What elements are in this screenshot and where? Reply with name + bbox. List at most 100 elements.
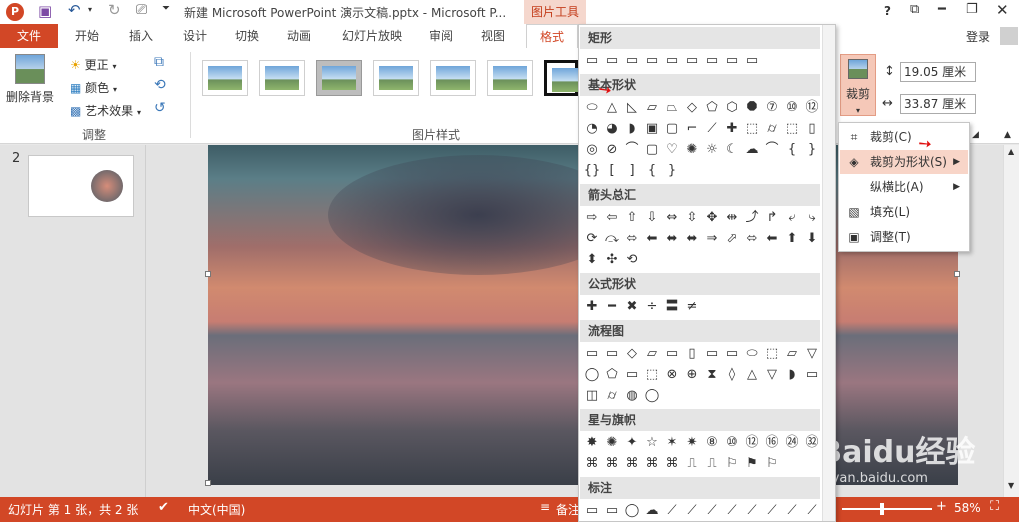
shape-option[interactable]: ▢ — [662, 119, 682, 139]
shape-option[interactable]: ⤷ — [802, 208, 822, 228]
shape-option[interactable]: ▭ — [582, 51, 602, 71]
shape-option[interactable]: ⟋ — [682, 501, 702, 521]
shape-option[interactable]: ⊕ — [682, 365, 702, 385]
shape-option[interactable]: ⬅ — [642, 229, 662, 249]
redo-icon[interactable]: ↻ — [108, 1, 121, 19]
picture-style-3[interactable] — [316, 60, 362, 96]
shape-option[interactable]: △ — [602, 98, 622, 118]
shape-option[interactable]: ⬠ — [702, 98, 722, 118]
resize-handle[interactable] — [205, 480, 211, 486]
gallery-scrollbar[interactable] — [822, 25, 835, 521]
shape-option[interactable]: ⚑ — [742, 454, 762, 474]
shape-option[interactable]: ⌭ — [602, 386, 622, 406]
shape-option[interactable]: ▭ — [602, 51, 622, 71]
tab-file[interactable]: 文件 — [0, 24, 58, 48]
shape-option[interactable]: ▽ — [762, 365, 782, 385]
collapse-ribbon-icon[interactable]: ▲ — [1004, 130, 1011, 140]
customize-quick-access-icon[interactable]: ⏷ — [162, 3, 170, 14]
shape-option[interactable]: ▢ — [642, 140, 662, 160]
shape-option[interactable]: ✶ — [662, 433, 682, 453]
shape-option[interactable]: ⎍ — [702, 454, 722, 474]
shape-option[interactable]: ⑫ — [742, 433, 762, 453]
shape-option[interactable]: ▱ — [642, 98, 662, 118]
minimize-button[interactable]: ━ — [938, 2, 946, 17]
shape-option[interactable]: ◯ — [622, 501, 642, 521]
language-status[interactable]: 中文(中国) — [188, 501, 245, 518]
shape-option[interactable]: ☾ — [722, 140, 742, 160]
shape-option[interactable]: ◕ — [602, 119, 622, 139]
picture-style-5[interactable] — [430, 60, 476, 96]
color-button[interactable]: ▦ 颜色 ▾ — [70, 79, 117, 96]
zoom-slider-thumb[interactable] — [880, 503, 884, 515]
shape-option[interactable]: ⟋ — [742, 501, 762, 521]
shape-option[interactable]: ⌘ — [582, 454, 602, 474]
shape-option[interactable]: ⌐ — [682, 119, 702, 139]
artistic-effects-button[interactable]: ▩ 艺术效果 ▾ — [70, 102, 141, 119]
shape-option[interactable]: ㉔ — [782, 433, 802, 453]
shape-option[interactable]: ▭ — [702, 51, 722, 71]
shape-option[interactable]: ◫ — [582, 386, 602, 406]
shape-option[interactable]: ⌘ — [622, 454, 642, 474]
shape-option[interactable]: ▭ — [582, 344, 602, 364]
shape-option[interactable]: ⇦ — [602, 208, 622, 228]
shape-option[interactable]: ⑦ — [762, 98, 782, 118]
help-button[interactable]: ? — [884, 4, 891, 18]
shape-option[interactable]: ◎ — [582, 140, 602, 160]
shape-option[interactable]: ⇹ — [722, 208, 742, 228]
scroll-down-icon[interactable]: ▼ — [1008, 481, 1014, 490]
shape-option[interactable]: ⌒ — [622, 140, 642, 160]
zoom-slider[interactable] — [842, 508, 932, 510]
tab-view[interactable]: 视图 — [470, 24, 516, 48]
remove-background-button[interactable]: 删除背景 — [4, 54, 56, 110]
shape-option[interactable]: ▯ — [682, 344, 702, 364]
undo-icon[interactable]: ↶ — [68, 1, 81, 19]
shape-option[interactable]: ⬚ — [762, 344, 782, 364]
change-picture-icon[interactable]: ⟲ — [154, 77, 166, 93]
tab-design[interactable]: 设计 — [172, 24, 218, 48]
shape-option[interactable]: ◗ — [622, 119, 642, 139]
shape-option[interactable]: ▯ — [802, 119, 822, 139]
tab-insert[interactable]: 插入 — [118, 24, 164, 48]
shape-option[interactable]: ━ — [602, 297, 622, 317]
shape-option[interactable]: ⑯ — [762, 433, 782, 453]
picture-style-1[interactable] — [202, 60, 248, 96]
slide-thumbnail[interactable] — [28, 155, 134, 217]
shape-option[interactable]: ] — [622, 161, 642, 181]
shape-option[interactable]: ⇳ — [682, 208, 702, 228]
shape-option[interactable]: ▭ — [742, 51, 762, 71]
shape-option[interactable]: ✷ — [682, 433, 702, 453]
shape-option[interactable]: ✥ — [702, 208, 722, 228]
shape-option[interactable]: ⬌ — [662, 229, 682, 249]
shape-option[interactable]: ▭ — [662, 344, 682, 364]
shape-option[interactable]: ▭ — [682, 51, 702, 71]
shape-option[interactable]: ⬚ — [782, 119, 802, 139]
shape-option[interactable]: ⎍ — [682, 454, 702, 474]
shape-option[interactable]: ⬀ — [722, 229, 742, 249]
shape-option[interactable]: ▱ — [782, 344, 802, 364]
shape-option[interactable]: ⟋ — [722, 501, 742, 521]
shape-option[interactable]: ☆ — [642, 433, 662, 453]
shape-option[interactable]: ◯ — [582, 365, 602, 385]
shape-option[interactable]: ⌭ — [762, 119, 782, 139]
shape-option[interactable]: ⟳ — [582, 229, 602, 249]
shape-option[interactable]: ◔ — [582, 119, 602, 139]
picture-style-6[interactable] — [487, 60, 533, 96]
shape-option[interactable]: ⊘ — [602, 140, 622, 160]
shape-option[interactable]: ⬭ — [582, 98, 602, 118]
signin-link[interactable]: 登录 — [966, 28, 990, 45]
shape-option[interactable]: ⑩ — [722, 433, 742, 453]
spellcheck-icon[interactable]: ✔ — [158, 500, 169, 515]
shape-option[interactable]: ▽ — [802, 344, 822, 364]
picture-style-4[interactable] — [373, 60, 419, 96]
shape-option[interactable]: ✚ — [582, 297, 602, 317]
shape-option[interactable]: ⚐ — [762, 454, 782, 474]
shape-option[interactable]: ⟋ — [802, 501, 822, 521]
notes-icon[interactable]: ≡ — [540, 500, 550, 514]
shape-option[interactable]: ◇ — [682, 98, 702, 118]
shape-option[interactable]: ⬭ — [742, 344, 762, 364]
shape-option[interactable]: ⬄ — [622, 229, 642, 249]
reset-picture-icon[interactable]: ↺ — [154, 100, 166, 116]
shape-option[interactable]: ⬇ — [802, 229, 822, 249]
shape-option[interactable]: ⬄ — [742, 229, 762, 249]
shape-option[interactable]: ◺ — [622, 98, 642, 118]
